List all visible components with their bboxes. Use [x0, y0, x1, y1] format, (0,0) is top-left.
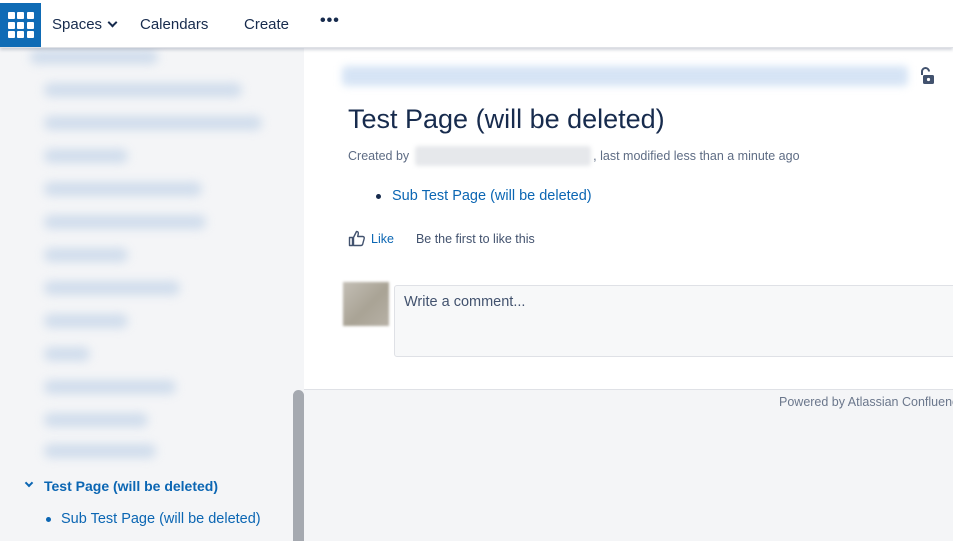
page-tree-item[interactable]	[44, 413, 148, 427]
page-tree-item[interactable]	[44, 248, 128, 262]
page-content: Test Page (will be deleted) Created by ,…	[304, 48, 953, 389]
page-tree-item[interactable]	[44, 444, 156, 458]
like-status: Be the first to like this	[415, 231, 535, 246]
page-tree-item[interactable]	[44, 314, 128, 328]
sidebar: Test Page (will be deleted) Sub Test Pag…	[0, 48, 304, 541]
create-button[interactable]: Create	[244, 16, 289, 34]
page-tree-item[interactable]	[44, 83, 242, 97]
bullet-icon	[46, 516, 51, 522]
page-tree-item[interactable]	[30, 50, 158, 64]
page-tree-item[interactable]	[44, 380, 176, 394]
calendars-link[interactable]: Calendars	[140, 16, 208, 34]
comment-input[interactable]: Write a comment...	[394, 285, 953, 357]
page-tree-item[interactable]	[44, 182, 202, 196]
modified-text: , last modified less than a minute ago	[593, 149, 800, 163]
avatar	[343, 282, 389, 326]
like-button[interactable]: Like	[348, 230, 394, 247]
spaces-label: Spaces	[52, 16, 103, 33]
powered-by-link[interactable]: Powered by Atlassian Confluence	[779, 395, 953, 409]
spaces-menu[interactable]: Spaces	[52, 16, 118, 34]
page-tree-item[interactable]	[44, 347, 90, 361]
chevron-down-icon[interactable]	[24, 478, 34, 488]
page-tree-item[interactable]	[44, 281, 180, 295]
page-tree-item[interactable]	[44, 149, 128, 163]
created-by-label: Created by	[348, 149, 410, 163]
tree-item-child-page[interactable]: Sub Test Page (will be deleted)	[46, 511, 268, 527]
tree-item-current-page[interactable]: Test Page (will be deleted)	[24, 478, 219, 494]
child-page-link[interactable]: Sub Test Page (will be deleted)	[392, 188, 592, 204]
page-byline: Created by , last modified less than a m…	[348, 146, 800, 166]
sidebar-scrollbar[interactable]	[293, 390, 304, 541]
footer: Powered by Atlassian Confluence	[304, 389, 953, 541]
thumbs-up-icon	[348, 230, 365, 247]
page-tree-item[interactable]	[44, 116, 262, 130]
breadcrumb[interactable]	[342, 66, 908, 86]
author-link[interactable]	[415, 146, 592, 166]
app-grid-icon	[7, 12, 34, 38]
child-pages-list: Sub Test Page (will be deleted)	[376, 188, 592, 204]
page-title: Test Page (will be deleted)	[348, 104, 665, 134]
page-tree-item[interactable]	[44, 215, 206, 229]
app-switcher-button[interactable]	[0, 3, 41, 47]
like-section: Like Be the first to like this	[348, 230, 535, 247]
bullet-icon	[376, 193, 381, 199]
more-menu-icon[interactable]: •••	[320, 12, 340, 30]
top-navigation: Spaces Calendars Create •••	[0, 0, 953, 48]
tree-item-label: Test Page (will be deleted)	[44, 478, 219, 494]
unlock-icon[interactable]	[918, 66, 936, 86]
tree-item-label: Sub Test Page (will be deleted)	[61, 511, 261, 527]
like-label: Like	[371, 231, 394, 246]
chevron-down-icon	[107, 17, 118, 28]
